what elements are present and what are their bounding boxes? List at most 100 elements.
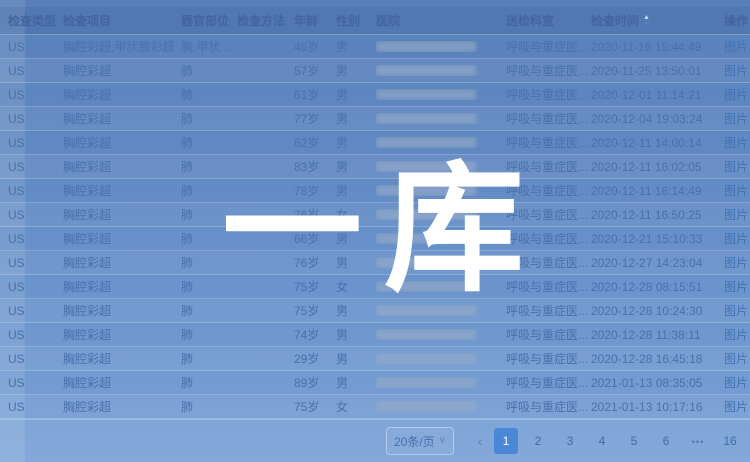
view-images-link[interactable]: 图片 xyxy=(724,40,748,54)
cell-organ: 肺 xyxy=(181,158,237,175)
cell-time: 2020-12-28 16:45:18 xyxy=(591,352,724,366)
page-ellipsis-button[interactable]: ••• xyxy=(686,429,710,455)
hospital-redacted-blur xyxy=(376,233,476,244)
page-button-16[interactable]: 16 xyxy=(718,428,742,454)
cell-type: US xyxy=(8,184,63,198)
cell-type: US xyxy=(8,40,63,54)
cell-action: 图片 xyxy=(724,254,750,271)
cell-time: 2020-11-25 13:50:01 xyxy=(591,64,724,78)
cell-type: US xyxy=(8,88,63,102)
cell-gender: 男 xyxy=(336,374,376,391)
view-images-link[interactable]: 图片 xyxy=(724,88,748,102)
cell-dept: 呼吸与重症医... xyxy=(506,38,591,55)
cell-hospital xyxy=(376,113,506,124)
view-images-link[interactable]: 图片 xyxy=(724,112,748,126)
table-row: US胸腔彩超肺83岁男呼吸与重症医...2020-12-11 16:02:05图… xyxy=(0,155,750,179)
cell-age: 76岁 xyxy=(294,254,336,271)
view-images-link[interactable]: 图片 xyxy=(724,184,748,198)
table-row: US胸腔彩超肺75岁男呼吸与重症医...2020-12-28 10:24:30图… xyxy=(0,299,750,323)
cell-organ: 肺 xyxy=(181,134,237,151)
page-button-5[interactable]: 5 xyxy=(622,428,646,454)
view-images-link[interactable]: 图片 xyxy=(724,232,748,246)
view-images-link[interactable]: 图片 xyxy=(724,256,748,270)
cell-dept: 呼吸与重症医... xyxy=(506,326,591,343)
table-row: US胸腔彩超肺75岁女呼吸与重症医...2020-12-28 08:15:51图… xyxy=(0,275,750,299)
view-images-link[interactable]: 图片 xyxy=(724,64,748,78)
cell-dept: 呼吸与重症医... xyxy=(506,302,591,319)
cell-item: 胸腔彩超 xyxy=(63,350,181,367)
previous-page-button[interactable]: ‹ xyxy=(470,428,490,454)
page-button-1[interactable]: 1 xyxy=(494,428,518,454)
cell-hospital xyxy=(376,89,506,100)
cell-action: 图片 xyxy=(724,38,750,55)
hospital-redacted-blur xyxy=(376,257,476,268)
cell-time: 2020-12-11 16:14:49 xyxy=(591,184,724,198)
cell-organ: 肺 xyxy=(181,110,237,127)
cell-item: 胸腔彩超 xyxy=(63,182,181,199)
cell-age: 62岁 xyxy=(294,134,336,151)
hospital-redacted-blur xyxy=(376,305,476,316)
cell-item: 胸腔彩超 xyxy=(63,374,181,391)
cell-hospital xyxy=(376,137,506,148)
cell-gender: 男 xyxy=(336,302,376,319)
cell-time: 2020-12-11 16:50:25 xyxy=(591,208,724,222)
column-header-gender: 性别 xyxy=(336,12,376,29)
cell-hospital xyxy=(376,161,506,172)
view-images-link[interactable]: 图片 xyxy=(724,160,748,174)
cell-dept: 呼吸与重症医... xyxy=(506,158,591,175)
cell-dept: 呼吸与重症医... xyxy=(506,62,591,79)
cell-type: US xyxy=(8,376,63,390)
view-images-link[interactable]: 图片 xyxy=(724,208,748,222)
cell-organ: 肺 xyxy=(181,254,237,271)
view-images-link[interactable]: 图片 xyxy=(724,352,748,366)
table-row: US胸腔彩超肺66岁男呼吸与重症医...2020-12-21 15:10:33图… xyxy=(0,227,750,251)
page-button-4[interactable]: 4 xyxy=(590,428,614,454)
page-button-2[interactable]: 2 xyxy=(526,428,550,454)
table-row: US胸腔彩超肺62岁男呼吸与重症医...2020-12-11 14:00:14图… xyxy=(0,131,750,155)
table-footer: 20条/页 ∨ ‹ 123456 ••• 16 xyxy=(0,419,750,462)
cell-dept: 呼吸与重症医... xyxy=(506,110,591,127)
column-header-action: 操作 xyxy=(724,12,750,29)
view-images-link[interactable]: 图片 xyxy=(724,376,748,390)
cell-item: 胸腔彩超,甲状腺彩超 xyxy=(63,38,181,55)
cell-gender: 男 xyxy=(336,110,376,127)
column-header-method: 检查方法 xyxy=(237,12,294,29)
cell-hospital xyxy=(376,329,506,340)
cell-organ: 肺 xyxy=(181,278,237,295)
table-header: 检查类型 检查项目 器官部位 检查方法 年龄 性别 医院 送检科室 检查时间 ▲… xyxy=(0,7,750,35)
cell-item: 胸腔彩超 xyxy=(63,302,181,319)
cell-action: 图片 xyxy=(724,398,750,415)
table-row: US胸腔彩超肺77岁男呼吸与重症医...2020-12-04 19:03:24图… xyxy=(0,107,750,131)
cell-hospital xyxy=(376,41,506,52)
column-header-time-sortable[interactable]: 检查时间 ▲ ▼ xyxy=(591,12,724,29)
cell-hospital xyxy=(376,233,506,244)
page-button-3[interactable]: 3 xyxy=(558,428,582,454)
page-button-6[interactable]: 6 xyxy=(654,428,678,454)
cell-type: US xyxy=(8,256,63,270)
table-row: US胸腔彩超肺61岁男呼吸与重症医...2020-12-01 11:14:21图… xyxy=(0,83,750,107)
cell-gender: 男 xyxy=(336,182,376,199)
cell-time: 2020-12-21 15:10:33 xyxy=(591,232,724,246)
view-images-link[interactable]: 图片 xyxy=(724,328,748,342)
page-size-select[interactable]: 20条/页 ∨ xyxy=(386,427,454,455)
cell-hospital xyxy=(376,209,506,220)
cell-dept: 呼吸与重症医... xyxy=(506,398,591,415)
cell-dept: 呼吸与重症医... xyxy=(506,374,591,391)
view-images-link[interactable]: 图片 xyxy=(724,136,748,150)
cell-type: US xyxy=(8,232,63,246)
view-images-link[interactable]: 图片 xyxy=(724,400,748,414)
view-images-link[interactable]: 图片 xyxy=(724,304,748,318)
table-row: US胸腔彩超肺29岁男呼吸与重症医...2020-12-28 16:45:18图… xyxy=(0,347,750,371)
cell-item: 胸腔彩超 xyxy=(63,326,181,343)
pagination: 20条/页 ∨ ‹ 123456 ••• 16 xyxy=(386,427,746,455)
cell-hospital xyxy=(376,257,506,268)
exam-list-screen: 检查类型 检查项目 器官部位 检查方法 年龄 性别 医院 送检科室 检查时间 ▲… xyxy=(0,0,750,462)
cell-gender: 男 xyxy=(336,86,376,103)
cell-action: 图片 xyxy=(724,206,750,223)
table-row: US胸腔彩超肺74岁男呼吸与重症医...2020-12-28 11:38:11图… xyxy=(0,323,750,347)
cell-type: US xyxy=(8,160,63,174)
table-row: US胸腔彩超肺89岁男呼吸与重症医...2021-01-13 08:35:05图… xyxy=(0,371,750,395)
view-images-link[interactable]: 图片 xyxy=(724,280,748,294)
cell-dept: 呼吸与重症医... xyxy=(506,254,591,271)
cell-hospital xyxy=(376,353,506,364)
